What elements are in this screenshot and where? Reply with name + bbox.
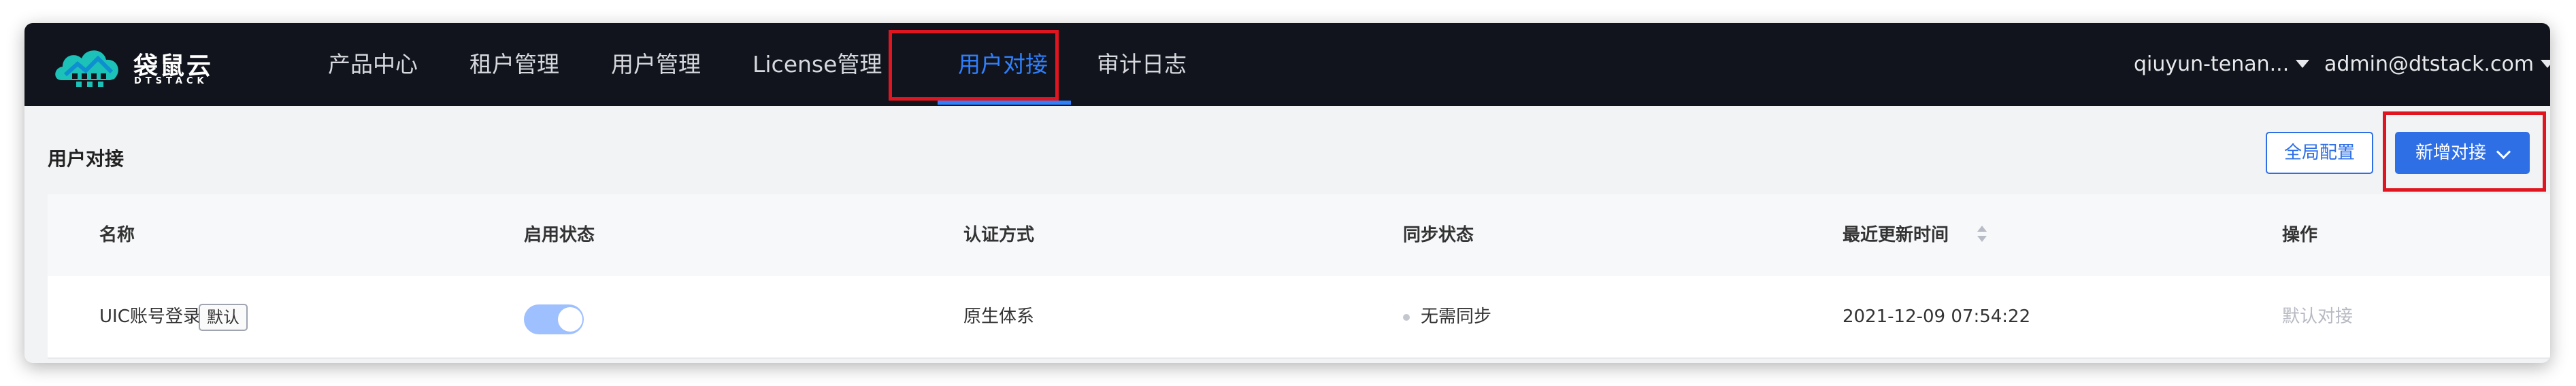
enabled-toggle[interactable] (524, 304, 584, 334)
caret-down-icon (2541, 59, 2550, 68)
add-integration-label: 新增对接 (2415, 143, 2487, 163)
status-dot-icon (1403, 314, 1410, 321)
nav-item-user-integration[interactable]: 用户对接 (958, 23, 1048, 106)
cloud-logo-icon (55, 50, 118, 87)
add-integration-button[interactable]: 新增对接 (2395, 132, 2530, 174)
app-window: 袋鼠云 DTSTACK 产品中心 租户管理 用户管理 License管理 用户对… (24, 23, 2550, 363)
column-header-actions: 操作 (2282, 225, 2318, 245)
column-header-name: 名称 (99, 225, 135, 245)
sort-icon[interactable] (1977, 224, 1987, 245)
nav-item-audit-log[interactable]: 审计日志 (1097, 23, 1187, 106)
active-tab-indicator (938, 101, 1071, 105)
user-email: admin@dtstack.com (2324, 52, 2534, 76)
tenant-selector[interactable]: qiuyun-tenan... (2134, 23, 2310, 106)
top-navigation-bar: 袋鼠云 DTSTACK 产品中心 租户管理 用户管理 License管理 用户对… (24, 23, 2550, 106)
nav-item-product-center[interactable]: 产品中心 (328, 23, 418, 106)
user-menu[interactable]: admin@dtstack.com (2324, 23, 2550, 106)
table-row: UIC账号登录 默认 原生体系 无需同步 2021-12-09 07:54:22… (48, 276, 2550, 359)
chevron-down-icon (2496, 144, 2511, 160)
row-updated-at: 2021-12-09 07:54:22 (1843, 306, 2031, 327)
toggle-knob (558, 307, 582, 332)
column-header-last-updated[interactable]: 最近更新时间 (1843, 194, 1949, 276)
caret-down-icon (2296, 59, 2310, 68)
brand-name-en: DTSTACK (134, 76, 208, 86)
tenant-name: qiuyun-tenan... (2134, 52, 2290, 76)
row-name: UIC账号登录 (99, 306, 201, 327)
brand-logo[interactable]: 袋鼠云 DTSTACK (52, 41, 229, 91)
page-title: 用户对接 (48, 147, 125, 170)
nav-item-license-management[interactable]: License管理 (753, 23, 882, 106)
column-header-sync-status: 同步状态 (1403, 225, 1474, 245)
nav-item-tenant-management[interactable]: 租户管理 (469, 23, 559, 106)
nav-item-user-management[interactable]: 用户管理 (611, 23, 701, 106)
global-config-button[interactable]: 全局配置 (2266, 132, 2373, 174)
row-auth-method: 原生体系 (963, 306, 1035, 327)
row-sync-status: 无需同步 (1421, 306, 1492, 327)
row-action-default-integration: 默认对接 (2282, 306, 2354, 327)
column-header-auth-method: 认证方式 (963, 225, 1035, 245)
column-header-enabled-status: 启用状态 (524, 225, 595, 245)
table-header: 名称 启用状态 认证方式 同步状态 最近更新时间 操作 (48, 194, 2550, 277)
default-tag: 默认 (199, 304, 248, 331)
